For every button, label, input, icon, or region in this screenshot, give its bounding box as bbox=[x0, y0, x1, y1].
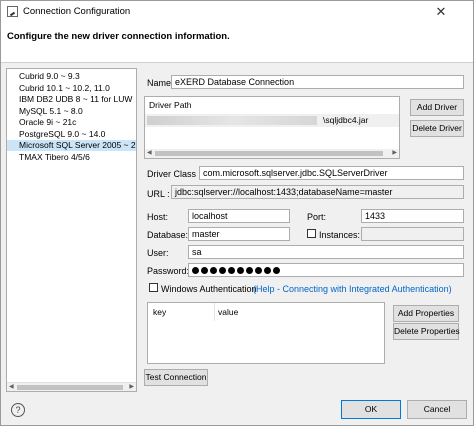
driver-path-file: \sqljdbc4.jar bbox=[323, 115, 369, 125]
connection-config-icon bbox=[7, 6, 18, 17]
test-connection-button[interactable]: Test Connection bbox=[144, 369, 208, 386]
password-field[interactable] bbox=[188, 263, 464, 277]
name-field[interactable]: eXERD Database Connection bbox=[171, 75, 464, 89]
driver-list-item[interactable]: MySQL 5.1 ~ 8.0 bbox=[7, 106, 136, 117]
properties-table[interactable]: key value bbox=[147, 302, 385, 364]
header-divider bbox=[1, 62, 473, 63]
password-dot bbox=[264, 267, 271, 274]
user-field[interactable]: sa bbox=[188, 245, 464, 259]
host-label: Host: bbox=[147, 212, 169, 222]
url-label: URL : bbox=[147, 189, 170, 199]
driver-class-field[interactable]: com.microsoft.sqlserver.jdbc.SQLServerDr… bbox=[199, 166, 464, 180]
instances-checkbox[interactable] bbox=[307, 229, 316, 238]
help-icon[interactable]: ? bbox=[11, 403, 25, 417]
name-label: Name bbox=[147, 78, 172, 88]
scroll-right-icon[interactable]: ▶ bbox=[129, 383, 134, 391]
windows-auth-checkbox[interactable] bbox=[149, 283, 158, 292]
header-message: Configure the new driver connection info… bbox=[7, 31, 230, 42]
cancel-button[interactable]: Cancel bbox=[407, 400, 467, 419]
windows-auth-label: Windows Authentication bbox=[161, 284, 257, 294]
close-icon[interactable]: ✕ bbox=[419, 1, 463, 23]
driver-list-hscroll[interactable]: ◀ ▶ bbox=[7, 382, 136, 391]
integrated-auth-help-link[interactable]: (Help - Connecting with Integrated Authe… bbox=[253, 284, 452, 294]
driver-path-row[interactable]: \sqljdbc4.jar bbox=[145, 114, 399, 127]
database-field[interactable]: master bbox=[188, 227, 290, 241]
driver-path-header: Driver Path bbox=[149, 100, 192, 110]
database-label: Database: bbox=[147, 230, 189, 240]
ok-button[interactable]: OK bbox=[341, 400, 401, 419]
scroll-thumb[interactable] bbox=[155, 151, 383, 156]
driver-class-label: Driver Class : bbox=[147, 169, 202, 179]
driver-list[interactable]: Cubrid 9.0 ~ 9.3 Cubrid 10.1 ~ 10.2, 11.0… bbox=[6, 68, 137, 392]
delete-properties-button[interactable]: Delete Properties bbox=[393, 323, 460, 340]
password-dot bbox=[192, 267, 199, 274]
connection-dialog: Connection Configuration ✕ Configure the… bbox=[0, 0, 474, 426]
password-dot bbox=[255, 267, 262, 274]
dialog-header: Configure the new driver connection info… bbox=[1, 23, 473, 63]
port-label: Port: bbox=[307, 212, 327, 222]
driver-list-item[interactable]: PostgreSQL 9.0 ~ 14.0 bbox=[7, 129, 136, 140]
password-label: Password: bbox=[147, 266, 190, 276]
instances-field bbox=[361, 227, 464, 241]
password-dot bbox=[219, 267, 226, 274]
props-value-header: value bbox=[218, 307, 239, 317]
add-properties-button[interactable]: Add Properties bbox=[393, 305, 459, 322]
password-dot bbox=[201, 267, 208, 274]
driver-list-item[interactable]: Microsoft SQL Server 2005 ~ 20 bbox=[7, 140, 136, 151]
redacted-path bbox=[147, 116, 317, 125]
host-field[interactable]: localhost bbox=[188, 209, 290, 223]
driver-list-item[interactable]: Oracle 9i ~ 21c bbox=[7, 117, 136, 128]
driver-list-item[interactable]: Cubrid 9.0 ~ 9.3 bbox=[7, 71, 136, 82]
scroll-right-icon[interactable]: ▶ bbox=[392, 149, 397, 158]
driver-path-hscroll[interactable]: ◀ ▶ bbox=[145, 149, 399, 158]
add-driver-button[interactable]: Add Driver bbox=[410, 99, 464, 116]
scroll-thumb[interactable] bbox=[17, 385, 123, 390]
props-column-divider bbox=[214, 303, 215, 321]
driver-list-item[interactable]: IBM DB2 UDB 8 ~ 11 for LUW bbox=[7, 94, 136, 105]
scroll-left-icon[interactable]: ◀ bbox=[147, 149, 152, 158]
url-field: jdbc:sqlserver://localhost:1433;database… bbox=[171, 185, 464, 199]
window-title: Connection Configuration bbox=[23, 6, 131, 17]
password-dot bbox=[237, 267, 244, 274]
password-dot bbox=[273, 267, 280, 274]
title-bar: Connection Configuration ✕ bbox=[1, 1, 473, 23]
password-dot bbox=[210, 267, 217, 274]
props-key-header: key bbox=[153, 307, 167, 317]
instances-label: Instances: bbox=[319, 230, 361, 240]
driver-list-item[interactable]: Cubrid 10.1 ~ 10.2, 11.0 bbox=[7, 83, 136, 94]
delete-driver-button[interactable]: Delete Driver bbox=[410, 120, 464, 137]
password-dot bbox=[246, 267, 253, 274]
driver-list-item[interactable]: TMAX Tibero 4/5/6 bbox=[7, 152, 136, 163]
user-label: User: bbox=[147, 248, 169, 258]
port-field[interactable]: 1433 bbox=[361, 209, 464, 223]
driver-path-table[interactable]: Driver Path \sqljdbc4.jar ◀ ▶ bbox=[144, 96, 400, 159]
password-dot bbox=[228, 267, 235, 274]
scroll-left-icon[interactable]: ◀ bbox=[9, 383, 14, 391]
